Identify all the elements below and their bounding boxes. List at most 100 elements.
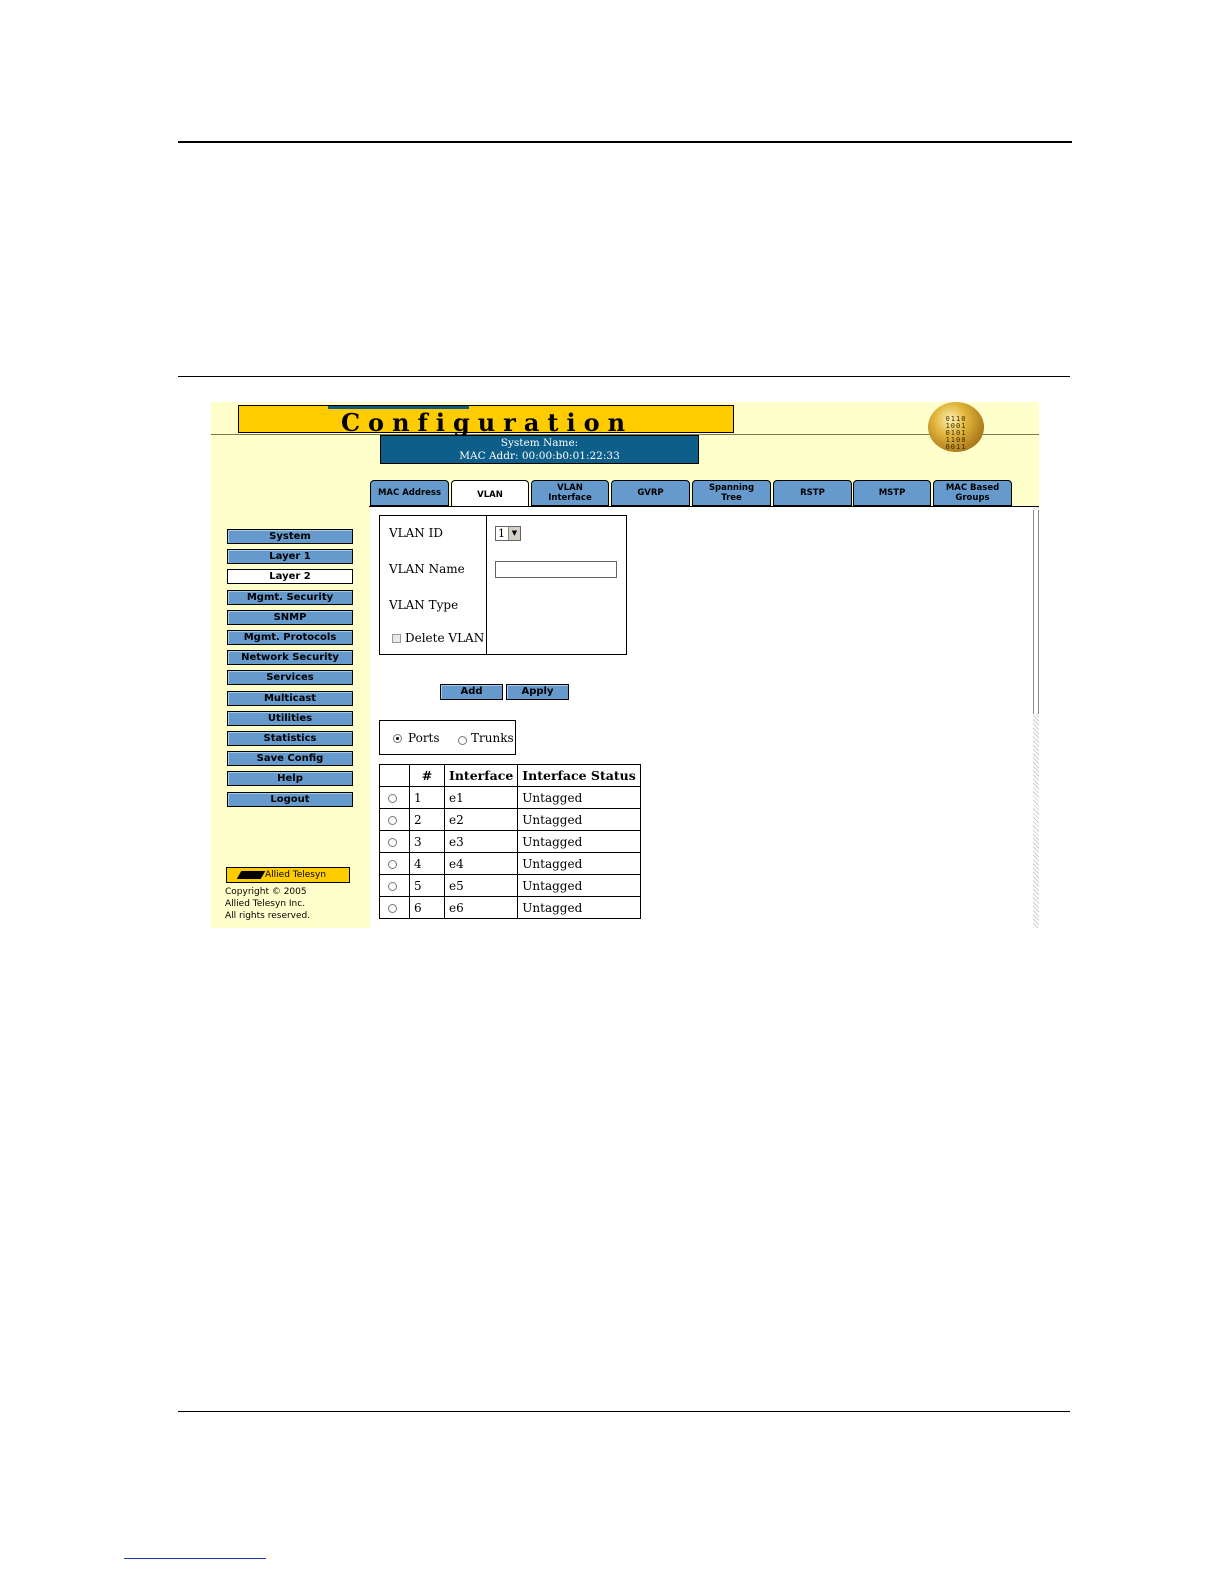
row-interface-status: Untagged — [517, 830, 641, 853]
sidebar-item-statistics[interactable]: Statistics — [227, 731, 353, 746]
tab-vlan[interactable]: VLAN — [451, 480, 529, 508]
trunks-label: Trunks — [471, 731, 514, 745]
column-header-interface: Interface — [443, 764, 519, 787]
allied-telesyn-logo: Allied Telesyn — [226, 867, 350, 883]
tab-rstp[interactable]: RSTP — [773, 480, 852, 506]
tab-gvrp[interactable]: GVRP — [611, 480, 690, 506]
row-interface-status: Untagged — [517, 808, 641, 831]
row-number: 1 — [409, 786, 445, 809]
globe-icon: 0110 1001 0101 1100 0011 — [928, 402, 984, 452]
footnote-rule — [124, 1558, 266, 1559]
row-number: 3 — [409, 830, 445, 853]
sidebar-item-help[interactable]: Help — [227, 771, 353, 787]
row-select-radio[interactable] — [388, 903, 397, 913]
column-header-interface-status: Interface Status — [517, 764, 641, 787]
system-name-label: System Name: — [500, 437, 579, 449]
sidebar-item-network-security[interactable]: Network Security — [227, 650, 353, 666]
page-title: Configuration — [340, 408, 634, 437]
ports-trunks-selector: Ports Trunks — [379, 720, 516, 755]
add-button[interactable]: Add — [440, 684, 503, 700]
vlan-type-label: VLAN Type — [389, 598, 459, 612]
scrollbar-thumb[interactable] — [1033, 510, 1039, 714]
tab-mstp[interactable]: MSTP — [853, 480, 931, 506]
row-select-radio[interactable] — [388, 837, 397, 847]
table-row[interactable]: 2 e2 Untagged — [379, 808, 641, 831]
table-row[interactable]: 3 e3 Untagged — [379, 830, 641, 853]
sidebar-item-snmp[interactable]: SNMP — [227, 609, 353, 625]
ports-label: Ports — [408, 731, 440, 745]
form-divider — [486, 516, 487, 654]
copyright-line: All rights reserved. — [225, 911, 311, 921]
row-select-radio[interactable] — [388, 815, 397, 825]
copyright-line: Allied Telesyn Inc. — [225, 899, 306, 909]
tab-mac-based-groups[interactable]: MAC Based Groups — [933, 480, 1012, 506]
vlan-name-input[interactable] — [495, 561, 617, 578]
row-select-radio[interactable] — [388, 859, 397, 869]
tab-mac-address[interactable]: MAC Address — [370, 480, 449, 506]
page-bottom-rule — [178, 1411, 1070, 1412]
chevron-down-icon[interactable]: ▼ — [508, 527, 520, 540]
ports-radio[interactable] — [393, 734, 402, 743]
sidebar-item-multicast[interactable]: Multicast — [227, 690, 353, 706]
vlan-id-select[interactable]: 1 ▼ — [495, 526, 521, 541]
trunks-radio[interactable] — [458, 736, 467, 745]
title-bar: Configuration — [238, 405, 734, 437]
row-select-cell — [379, 896, 410, 919]
row-select-cell — [379, 874, 410, 897]
row-interface: e5 — [443, 874, 519, 897]
copyright-text: Copyright © 2005 Allied Telesyn Inc. All… — [225, 886, 365, 922]
sidebar-item-utilities[interactable]: Utilities — [227, 710, 353, 726]
vlan-name-label: VLAN Name — [389, 562, 465, 576]
row-interface-status: Untagged — [517, 852, 641, 875]
sidebar-item-services[interactable]: Services — [227, 670, 353, 686]
row-interface-status: Untagged — [517, 874, 641, 897]
logo-mark-icon — [236, 871, 266, 879]
column-header-select — [379, 764, 410, 787]
row-interface: e1 — [443, 786, 519, 809]
sidebar-item-mgmt-security[interactable]: Mgmt. Security — [227, 589, 353, 605]
row-interface: e3 — [443, 830, 519, 853]
row-interface: e4 — [443, 852, 519, 875]
row-number: 5 — [409, 874, 445, 897]
column-header-number: # — [409, 764, 445, 787]
tab-vlan-interface[interactable]: VLAN Interface — [531, 480, 609, 506]
mac-address-label: MAC Addr: 00:00:b0:01:22:33 — [459, 450, 620, 462]
sidebar-item-mgmt-protocols[interactable]: Mgmt. Protocols — [227, 630, 353, 645]
table-body: 1 e1 Untagged 2 e2 Untagged 3 e3 Untagged 4 e4 Unta… — [379, 786, 641, 919]
globe-binary-text: 0110 1001 0101 1100 0011 — [945, 415, 967, 451]
row-number: 6 — [409, 896, 445, 919]
row-number: 4 — [409, 852, 445, 875]
delete-vlan-checkbox[interactable] — [392, 634, 401, 643]
sidebar-item-logout[interactable]: Logout — [227, 791, 353, 807]
vlan-id-label: VLAN ID — [389, 526, 443, 540]
sidebar-item-save-config[interactable]: Save Config — [227, 751, 353, 767]
web-ui-screenshot: Configuration 0110 1001 0101 1100 0011 S… — [211, 402, 1039, 928]
sidebar-item-system[interactable]: System — [227, 529, 353, 544]
tab-spanning-tree[interactable]: Spanning Tree — [692, 480, 771, 506]
row-interface: e6 — [443, 896, 519, 919]
row-select-radio[interactable] — [388, 881, 397, 891]
row-interface-status: Untagged — [517, 896, 641, 919]
row-number: 2 — [409, 808, 445, 831]
row-select-cell — [379, 852, 410, 875]
figure-top-rule — [178, 376, 1070, 377]
logo-text: Allied Telesyn — [265, 870, 327, 880]
table-row[interactable]: 1 e1 Untagged — [379, 786, 641, 809]
copyright-line: Copyright © 2005 — [225, 887, 307, 897]
row-interface-status: Untagged — [517, 786, 641, 809]
table-row[interactable]: 5 e5 Untagged — [379, 874, 641, 897]
sidebar-item-layer-2[interactable]: Layer 2 — [227, 569, 353, 585]
apply-button[interactable]: Apply — [506, 684, 569, 700]
table-row[interactable]: 6 e6 Untagged — [379, 896, 641, 919]
delete-vlan-label: Delete VLAN — [405, 631, 485, 645]
page-top-rule — [178, 141, 1072, 143]
table-row[interactable]: 4 e4 Untagged — [379, 852, 641, 875]
row-interface: e2 — [443, 808, 519, 831]
row-select-cell — [379, 830, 410, 853]
vlan-form: VLAN ID 1 ▼ VLAN Name VLAN Type Delete V… — [379, 515, 627, 655]
table-header-row: # Interface Interface Status — [379, 764, 641, 787]
row-select-cell — [379, 808, 410, 831]
row-select-radio[interactable] — [388, 793, 397, 803]
sidebar-item-layer-1[interactable]: Layer 1 — [227, 549, 353, 565]
interface-table: # Interface Interface Status 1 e1 Untagged… — [379, 764, 641, 919]
